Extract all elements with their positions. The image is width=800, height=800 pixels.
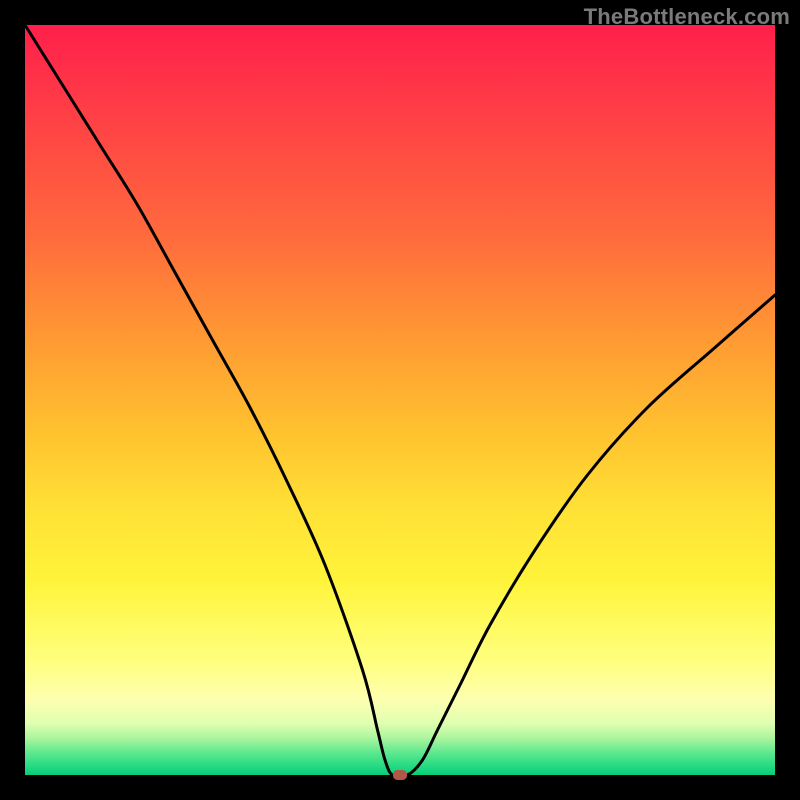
chart-frame: TheBottleneck.com — [0, 0, 800, 800]
minimum-marker — [393, 770, 407, 780]
bottleneck-curve — [25, 25, 775, 775]
plot-area — [25, 25, 775, 775]
